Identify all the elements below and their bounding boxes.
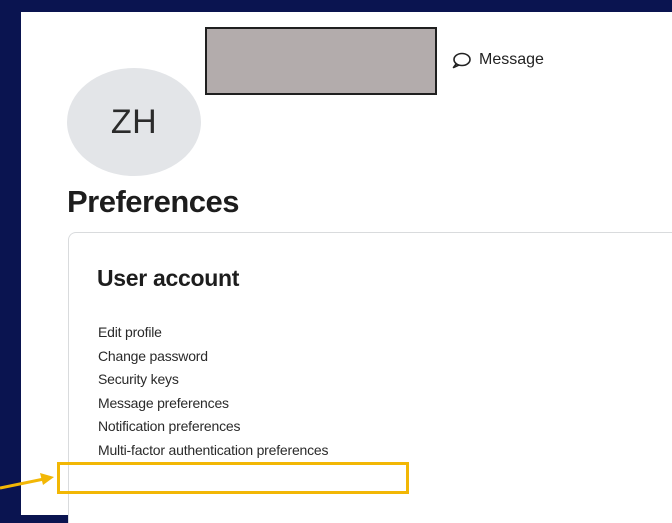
user-account-links: Edit profile Change password Security ke… [98,321,329,463]
avatar: ZH [67,68,201,176]
profile-panel: ZH Message Preferences User account Edit… [21,12,672,523]
redacted-user-name [205,27,437,95]
security-keys-link[interactable]: Security keys [98,368,328,392]
arrow-right-icon [0,468,60,497]
message-link[interactable]: Message [451,51,544,69]
preferences-heading: Preferences [67,184,240,219]
message-label: Message [479,51,544,68]
edit-profile-link[interactable]: Edit profile [98,321,328,345]
notification-preferences-link[interactable]: Notification preferences [98,415,328,439]
avatar-initials: ZH [110,102,158,141]
change-password-link[interactable]: Change password [98,345,328,369]
mfa-preferences-link[interactable]: Multi-factor authentication preferences [98,439,329,463]
user-account-card: User account Edit profile Change passwor… [68,232,672,523]
user-account-heading: User account [97,265,240,291]
message-preferences-link[interactable]: Message preferences [98,392,328,416]
speech-bubble-icon [451,52,471,69]
